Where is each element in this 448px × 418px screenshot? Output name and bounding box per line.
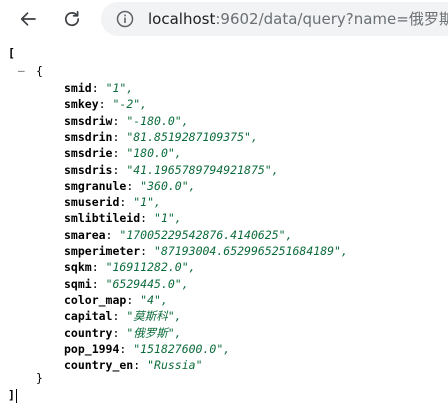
json-colon: : <box>98 97 113 112</box>
json-field-row: smid: "1", <box>64 80 133 96</box>
json-key: smgranule <box>64 178 127 193</box>
array-close-bracket-text: ] <box>8 388 15 402</box>
json-value: "-2", <box>112 97 148 112</box>
json-key: country_en <box>64 358 134 373</box>
json-key: smperimeter <box>64 244 141 258</box>
json-value: "俄罗斯", <box>126 325 182 340</box>
back-button[interactable] <box>13 4 43 34</box>
json-colon: : <box>112 325 127 340</box>
json-value: "-180.0", <box>126 113 189 128</box>
reload-button[interactable] <box>57 4 87 34</box>
object-close-brace: } <box>36 371 43 385</box>
json-value: "360.0", <box>140 178 196 193</box>
json-field-row: smsdris: "41.1965789794921875", <box>64 162 279 178</box>
json-colon: : <box>91 276 106 291</box>
json-value: "6529445.0", <box>105 276 189 291</box>
array-close-bracket: ] <box>8 388 17 403</box>
json-field-row: country_en: "Russia" <box>64 357 203 373</box>
json-field-row: capital: "莫斯科", <box>64 308 182 324</box>
json-colon: : <box>119 341 134 356</box>
json-key: smsdrin <box>64 129 113 144</box>
json-colon: : <box>140 211 155 226</box>
json-value: "17005229542876.4140625", <box>119 227 293 242</box>
json-value: "1", <box>154 211 182 226</box>
url-path: :9602/data/query?name=俄罗斯 <box>215 10 448 28</box>
json-colon: : <box>112 146 127 161</box>
json-key: color_map <box>64 292 127 307</box>
reload-icon <box>64 10 80 27</box>
url-text[interactable]: localhost:9602/data/query?name=俄罗斯 <box>148 2 448 36</box>
json-value: "4", <box>140 292 168 307</box>
back-arrow-icon <box>20 12 36 26</box>
json-colon: : <box>112 129 127 144</box>
json-colon: : <box>133 358 148 373</box>
json-key: smkey <box>64 97 99 112</box>
json-value: "Russia" <box>147 358 203 373</box>
json-value: "16911282.0", <box>105 260 196 275</box>
json-colon: : <box>112 162 127 177</box>
json-key: pop_1994 <box>64 341 120 356</box>
json-key: smarea <box>64 227 106 242</box>
json-key: smsdrie <box>64 146 113 161</box>
json-field-row: smsdriw: "-180.0", <box>64 113 189 129</box>
object-open-brace: { <box>36 64 43 78</box>
json-field-row: smsdrin: "81.8519287109375", <box>64 129 258 145</box>
json-value: "1", <box>133 195 161 210</box>
json-colon: : <box>91 260 106 275</box>
json-field-row: sqkm: "16911282.0", <box>64 259 196 275</box>
json-field-row: color_map: "4", <box>64 292 168 308</box>
json-key: smlibtileid <box>64 211 141 226</box>
json-key: smsdriw <box>64 113 113 128</box>
json-key: sqkm <box>64 260 92 275</box>
text-cursor <box>15 388 17 403</box>
json-value: "87193004.6529965251684189", <box>154 244 348 258</box>
json-value: "41.1965789794921875", <box>126 162 279 177</box>
json-field-row: smlibtileid: "1", <box>64 210 182 226</box>
json-value: "莫斯科", <box>126 309 182 324</box>
json-colon: : <box>126 178 141 193</box>
info-icon[interactable] <box>116 10 134 28</box>
json-key: capital <box>64 309 113 324</box>
json-viewer: [ – { smid: "1", smkey: "-2", smsdriw: "-1… <box>0 40 448 418</box>
json-value: "151827600.0", <box>133 341 231 356</box>
json-field-row: smgranule: "360.0", <box>64 178 196 194</box>
json-key: smid <box>64 81 92 95</box>
json-value: "81.8519287109375", <box>126 129 258 144</box>
json-field-row: smkey: "-2", <box>64 96 147 112</box>
json-field-row: smperimeter: "87193004.6529965251684189"… <box>64 243 348 259</box>
json-colon: : <box>112 113 127 128</box>
json-key: smsdris <box>64 162 113 177</box>
json-field-row: sqmi: "6529445.0", <box>64 276 189 292</box>
json-key: smuserid <box>64 195 120 210</box>
json-value: "180.0", <box>126 146 182 161</box>
json-colon: : <box>126 292 141 307</box>
json-key: country <box>64 325 113 340</box>
json-colon: : <box>91 81 106 95</box>
url-host: localhost <box>148 10 216 28</box>
collapse-toggle[interactable]: – <box>18 64 25 77</box>
array-open-bracket: [ <box>8 46 15 60</box>
json-field-row: country: "俄罗斯", <box>64 325 182 341</box>
address-bar[interactable]: localhost:9602/data/query?name=俄罗斯 <box>101 2 448 36</box>
json-field-row: smsdrie: "180.0", <box>64 145 182 161</box>
json-field-row: pop_1994: "151827600.0", <box>64 341 230 357</box>
json-colon: : <box>140 244 155 258</box>
json-colon: : <box>112 309 127 324</box>
json-colon: : <box>105 227 120 242</box>
json-field-row: smarea: "17005229542876.4140625", <box>64 227 293 243</box>
browser-toolbar: localhost:9602/data/query?name=俄罗斯 <box>0 0 448 40</box>
json-colon: : <box>119 195 134 210</box>
json-key: sqmi <box>64 276 92 291</box>
json-field-row: smuserid: "1", <box>64 194 161 210</box>
json-value: "1", <box>105 81 134 95</box>
